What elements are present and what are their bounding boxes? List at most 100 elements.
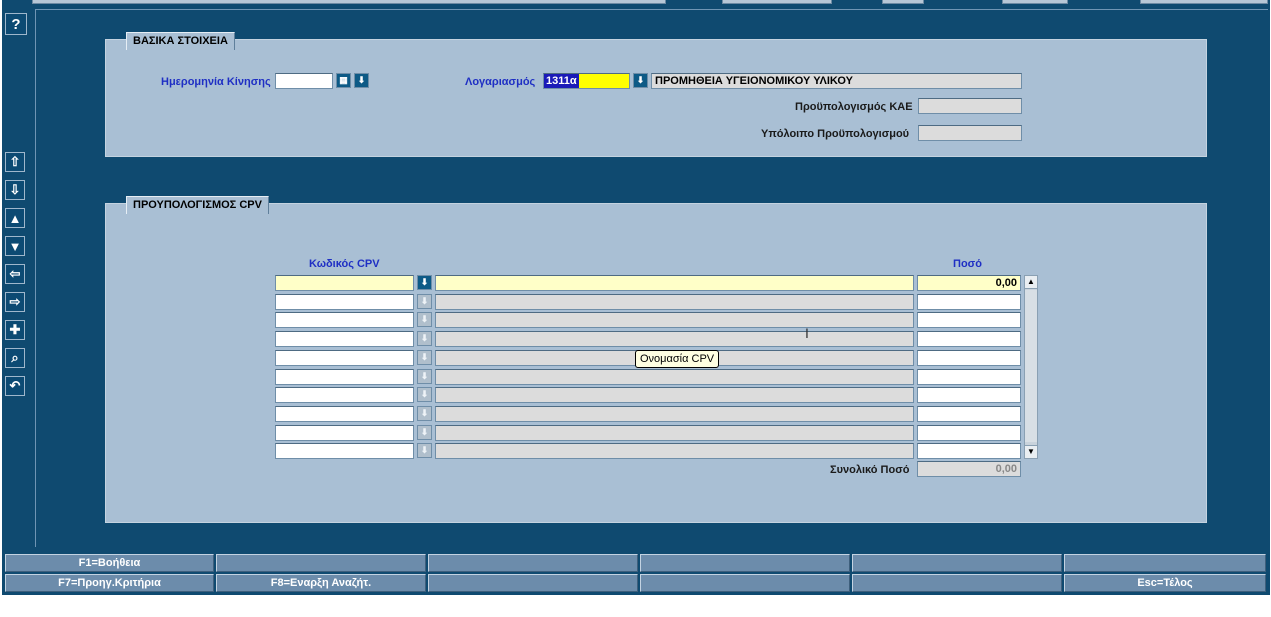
amount-header: Ποσό: [953, 258, 982, 270]
cpv-code-field[interactable]: [275, 443, 414, 459]
amount-field[interactable]: [917, 294, 1021, 310]
download-arrow-icon: ⬇: [418, 351, 431, 364]
cpv-name-field: [435, 331, 914, 347]
cpv-lov-button[interactable]: ⬇: [417, 406, 432, 421]
cpv-code-field[interactable]: [275, 312, 414, 328]
download-arrow-icon: ⬇: [418, 444, 431, 457]
next-record-icon[interactable]: ▼: [5, 236, 25, 256]
first-record-icon[interactable]: ⇧: [5, 152, 25, 172]
total-amount-label: Συνολικό Ποσό: [830, 464, 910, 476]
previous-record-icon[interactable]: ▲: [5, 208, 25, 228]
amount-field[interactable]: [917, 443, 1021, 459]
function-key-empty[interactable]: [640, 574, 850, 592]
top-toolbar-segment: [722, 0, 832, 4]
function-key-button[interactable]: Esc=Τέλος: [1064, 574, 1266, 592]
budget-field: [918, 98, 1022, 114]
amount-field[interactable]: 0,00: [917, 275, 1021, 291]
download-arrow-icon: ⬇: [355, 74, 368, 87]
cpv-code-field[interactable]: [275, 425, 414, 441]
previous-block-icon[interactable]: ⇦: [5, 264, 25, 284]
search-icon[interactable]: ⌕: [5, 348, 25, 368]
function-key-empty[interactable]: [852, 554, 1062, 572]
date-field[interactable]: [275, 73, 333, 89]
cpv-name-tooltip: Ονομασία CPV: [635, 350, 720, 368]
cpv-name-field: [435, 369, 914, 385]
download-arrow-icon: ⬇: [418, 313, 431, 326]
amount-field[interactable]: [917, 331, 1021, 347]
remaining-budget-label: Υπόλοιπο Προϋπολογισμού: [761, 128, 910, 140]
function-key-button[interactable]: F1=Βοήθεια: [5, 554, 214, 572]
scroll-up-icon[interactable]: ▲: [1025, 276, 1037, 289]
cpv-lov-button[interactable]: ⬇: [417, 331, 432, 346]
cpv-code-field[interactable]: [275, 275, 414, 291]
function-key-empty[interactable]: [1064, 554, 1266, 572]
account-code-field[interactable]: 1311α: [543, 73, 630, 89]
calendar-icon: ▦: [337, 74, 350, 87]
date-lov-button[interactable]: ⬇: [354, 73, 369, 88]
table-scrollbar[interactable]: ▲ ▼: [1024, 275, 1038, 459]
cpv-lov-button[interactable]: ⬇: [417, 425, 432, 440]
download-arrow-icon: ⬇: [418, 276, 431, 289]
download-arrow-icon: ⬇: [418, 426, 431, 439]
next-block-icon[interactable]: ⇨: [5, 292, 25, 312]
amount-field[interactable]: [917, 312, 1021, 328]
cpv-name-field: [435, 387, 914, 403]
download-arrow-icon: ⬇: [418, 388, 431, 401]
amount-field[interactable]: [917, 387, 1021, 403]
account-name-field: ΠΡΟΜΗΘΕΙΑ ΥΓΕΙΟΝΟΜΙΚΟΥ ΥΛΙΚΟΥ: [651, 73, 1022, 89]
cpv-code-header: Κωδικός CPV: [309, 258, 380, 270]
cpv-lov-button[interactable]: ⬇: [417, 387, 432, 402]
insert-record-icon[interactable]: ✚: [5, 320, 25, 340]
cpv-lov-button[interactable]: ⬇: [417, 294, 432, 309]
budget-label: Προϋπολογισμός ΚΑΕ: [795, 101, 913, 113]
text-cursor-icon: I: [805, 325, 809, 341]
download-arrow-icon: ⬇: [418, 407, 431, 420]
last-record-icon[interactable]: ⇩: [5, 180, 25, 200]
account-label: Λογαριασμός: [465, 76, 536, 88]
function-key-empty[interactable]: [428, 554, 638, 572]
cpv-lov-button[interactable]: ⬇: [417, 443, 432, 458]
cpv-code-field[interactable]: [275, 406, 414, 422]
cpv-name-field: [435, 312, 914, 328]
calendar-button[interactable]: ▦: [336, 73, 351, 88]
function-key-empty[interactable]: [640, 554, 850, 572]
function-key-button[interactable]: F8=Εναρξη Αναζήτ.: [216, 574, 426, 592]
scroll-thumb[interactable]: [1025, 290, 1037, 442]
cpv-name-field: [435, 275, 914, 291]
download-arrow-icon: ⬇: [418, 295, 431, 308]
cpv-name-field: [435, 443, 914, 459]
basic-info-panel: ΒΑΣΙΚΑ ΣΤΟΙΧΕΙΑ: [105, 32, 1207, 157]
cpv-code-field[interactable]: [275, 294, 414, 310]
cpv-lov-button[interactable]: ⬇: [417, 312, 432, 327]
cpv-lov-button[interactable]: ⬇: [417, 350, 432, 365]
undo-icon[interactable]: ↶: [5, 376, 25, 396]
remaining-budget-field: [918, 125, 1022, 141]
amount-field[interactable]: [917, 350, 1021, 366]
function-key-empty[interactable]: [428, 574, 638, 592]
help-button[interactable]: ?: [5, 13, 27, 35]
total-amount-field: 0,00: [917, 461, 1021, 477]
cpv-lov-button[interactable]: ⬇: [417, 369, 432, 384]
cpv-name-field: [435, 425, 914, 441]
download-arrow-icon: ⬇: [418, 332, 431, 345]
function-key-button[interactable]: F7=Προηγ.Κριτήρια: [5, 574, 214, 592]
amount-field[interactable]: [917, 425, 1021, 441]
scroll-down-icon[interactable]: ▼: [1025, 445, 1037, 458]
top-toolbar-segment: [1002, 0, 1068, 4]
cpv-code-field[interactable]: [275, 369, 414, 385]
amount-field[interactable]: [917, 406, 1021, 422]
top-toolbar-segment: [1140, 0, 1268, 4]
download-arrow-icon: ⬇: [634, 74, 647, 87]
account-lov-button[interactable]: ⬇: [633, 73, 648, 88]
function-key-empty[interactable]: [216, 554, 426, 572]
cpv-lov-button[interactable]: ⬇: [417, 275, 432, 290]
function-key-empty[interactable]: [852, 574, 1062, 592]
cpv-code-field[interactable]: [275, 387, 414, 403]
cpv-name-field: [435, 406, 914, 422]
cpv-code-field[interactable]: [275, 331, 414, 347]
cpv-name-field: [435, 294, 914, 310]
amount-field[interactable]: [917, 369, 1021, 385]
download-arrow-icon: ⬇: [418, 370, 431, 383]
cpv-code-field[interactable]: [275, 350, 414, 366]
date-label: Ημερομηνία Κίνησης: [161, 76, 271, 88]
